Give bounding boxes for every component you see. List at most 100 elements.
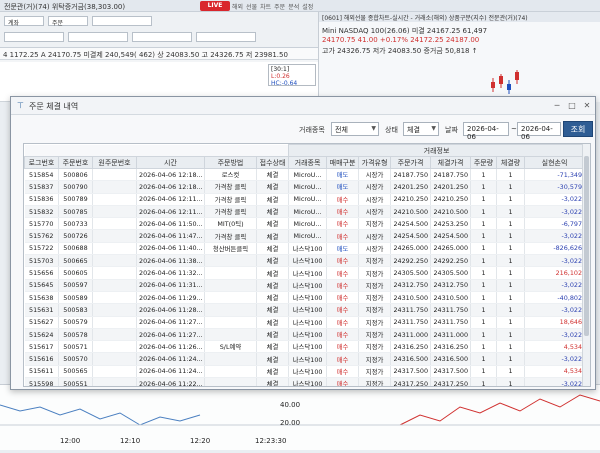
table-row[interactable]: 515762 500726 2026-04-06 11:47... 가격창 클릭 체결 M…: [24, 229, 586, 243]
column-header[interactable]: 주문량: [470, 156, 498, 169]
table-row[interactable]: 515624 500578 2026-04-06 11:27... 체결 나스닥100 매…: [24, 328, 586, 342]
toolbar-field[interactable]: [68, 32, 128, 42]
table-row[interactable]: 515722 500688 2026-04-06 11:40... 청산버튼클릭 체결 나…: [24, 242, 586, 256]
table-cell: 24310.500: [390, 291, 432, 305]
table-cell: 지정가: [358, 340, 392, 354]
account-tab[interactable]: 계좌: [4, 16, 44, 27]
toolbar-field[interactable]: [196, 32, 256, 42]
table-cell: 1: [496, 229, 526, 243]
live-badge[interactable]: LIVE: [200, 1, 230, 11]
chevron-down-icon: ▼: [431, 125, 436, 132]
table-cell: 24292.250: [390, 254, 432, 268]
table-cell: 1: [496, 168, 526, 182]
table-row[interactable]: 515598 500551 2026-04-06 11:22... 체결 나스닥100 매…: [24, 377, 586, 386]
table-cell: 가격창 클릭: [204, 193, 257, 206]
table-cell: 1: [496, 254, 526, 268]
table-cell: 24316.250: [430, 340, 472, 354]
table-cell: 1: [470, 279, 498, 292]
table-row[interactable]: 515832 500785 2026-04-06 12:11... 가격창 클릭 체결 M…: [24, 205, 586, 219]
table-cell: 515762: [24, 229, 59, 243]
table-cell: 2026-04-06 11:29...: [136, 291, 205, 305]
toolbar-field[interactable]: [92, 16, 152, 26]
menu-item[interactable]: 설정: [302, 0, 313, 12]
table-cell: 지정가: [358, 352, 392, 366]
table-cell: 나스닥100: [288, 303, 328, 317]
table-cell: 매수: [326, 205, 360, 219]
toolbar-field[interactable]: [132, 32, 192, 42]
menu-item[interactable]: 차트: [260, 0, 271, 12]
table-cell: -826,626: [524, 242, 586, 256]
column-header[interactable]: 원주문번호: [92, 156, 137, 169]
table-cell: 1: [496, 217, 526, 231]
product-select[interactable]: 전체 ▼: [331, 122, 379, 136]
table-cell: 24311.000: [390, 328, 432, 342]
table-cell: 지정가: [358, 217, 392, 231]
table-cell: 1: [470, 291, 498, 305]
table-cell: 지정가: [358, 254, 392, 268]
table-cell: 1: [496, 180, 526, 194]
table-cell: 500789: [58, 193, 93, 206]
menu-item[interactable]: 해외: [232, 0, 243, 12]
table-row[interactable]: 515854 500806 2026-04-06 12:18... 로스컷 체결 Micr…: [24, 168, 586, 182]
vertical-scrollbar[interactable]: [582, 144, 590, 386]
scrollbar-thumb[interactable]: [584, 156, 589, 336]
table-cell: 1: [496, 193, 526, 206]
table-row[interactable]: 515627 500579 2026-04-06 11:27... 체결 나스닥100 매…: [24, 316, 586, 329]
table-row[interactable]: 515638 500589 2026-04-06 11:29... 체결 나스닥100 매…: [24, 291, 586, 305]
status-select[interactable]: 체결 ▼: [403, 122, 439, 136]
table-row[interactable]: 515703 500665 2026-04-06 11:38... 체결 나스닥100 매…: [24, 254, 586, 268]
order-tab[interactable]: 주문: [48, 16, 88, 27]
close-button[interactable]: ✕: [581, 100, 593, 111]
table-row[interactable]: 515770 500733 2026-04-06 11:50... MIT(0틱) 체결…: [24, 217, 586, 231]
column-header[interactable]: 주문방법: [204, 156, 257, 169]
menu-item[interactable]: 주문: [274, 0, 285, 12]
date-label: 날짜: [445, 126, 458, 134]
table-cell: 체결: [256, 303, 290, 317]
indicator-line: HC:-0.64: [271, 80, 298, 87]
column-header[interactable]: 가격유형: [358, 156, 392, 169]
table-cell: 515836: [24, 193, 59, 206]
table-cell: 나스닥100: [288, 279, 328, 292]
column-header[interactable]: 시간: [136, 156, 205, 169]
table-cell: 24210.500: [390, 205, 432, 219]
table-row[interactable]: 515656 500605 2026-04-06 11:32... 체결 나스닥100 매…: [24, 266, 586, 280]
table-cell: 1: [496, 279, 526, 292]
column-header[interactable]: 체결량: [496, 156, 526, 169]
table-cell: 18,646: [524, 316, 586, 329]
table-row[interactable]: 515611 500565 2026-04-06 11:24... 체결 나스닥100 매…: [24, 365, 586, 379]
maximize-button[interactable]: □: [566, 100, 578, 111]
column-header[interactable]: 로그번호: [24, 156, 59, 169]
menu-item[interactable]: 선물: [246, 0, 257, 12]
toolbar-field[interactable]: [4, 32, 64, 42]
time-label: 12:20: [190, 437, 211, 445]
table-cell: 지정가: [358, 279, 392, 292]
query-button[interactable]: 조회: [563, 121, 593, 137]
menu-item[interactable]: 분석: [288, 0, 299, 12]
column-header[interactable]: 체결가격: [430, 156, 472, 169]
table-cell: 515616: [24, 352, 59, 366]
table-row[interactable]: 515616 500570 2026-04-06 11:24... 체결 나스닥100 매…: [24, 352, 586, 366]
column-header[interactable]: 실현손익: [524, 156, 586, 169]
table-row[interactable]: 515836 500789 2026-04-06 12:11... 가격창 클릭 체결 M…: [24, 193, 586, 206]
table-row[interactable]: 515645 500597 2026-04-06 11:31... 체결 나스닥100 매…: [24, 279, 586, 292]
table-cell: 체결: [256, 377, 290, 386]
table-cell: 515854: [24, 168, 59, 182]
table-row[interactable]: 515837 500790 2026-04-06 12:18... 가격창 클릭 체결 M…: [24, 180, 586, 194]
column-header[interactable]: 주문번호: [58, 156, 93, 169]
table-cell: 나스닥100: [288, 242, 328, 256]
table-cell: 나스닥100: [288, 328, 328, 342]
column-header[interactable]: 거래종목: [288, 156, 328, 169]
table-cell: [204, 254, 257, 268]
table-cell: 515611: [24, 365, 59, 379]
date-to-field[interactable]: 2026-04-06: [517, 122, 561, 141]
table-row[interactable]: 515631 500583 2026-04-06 11:28... 체결 나스닥100 매…: [24, 303, 586, 317]
table-cell: 2026-04-06 11:28...: [136, 303, 205, 317]
table-cell: -3,022: [524, 303, 586, 317]
minimize-button[interactable]: ─: [551, 100, 563, 111]
table-cell: 1: [496, 340, 526, 354]
table-row[interactable]: 515617 500571 2026-04-06 11:26... S/L예약 체결 나스…: [24, 340, 586, 354]
column-header[interactable]: 접수상태: [255, 156, 290, 169]
column-header[interactable]: 매매구분: [326, 156, 360, 169]
date-from-field[interactable]: 2026-04-06: [463, 122, 509, 141]
column-header[interactable]: 주문가격: [390, 156, 432, 169]
